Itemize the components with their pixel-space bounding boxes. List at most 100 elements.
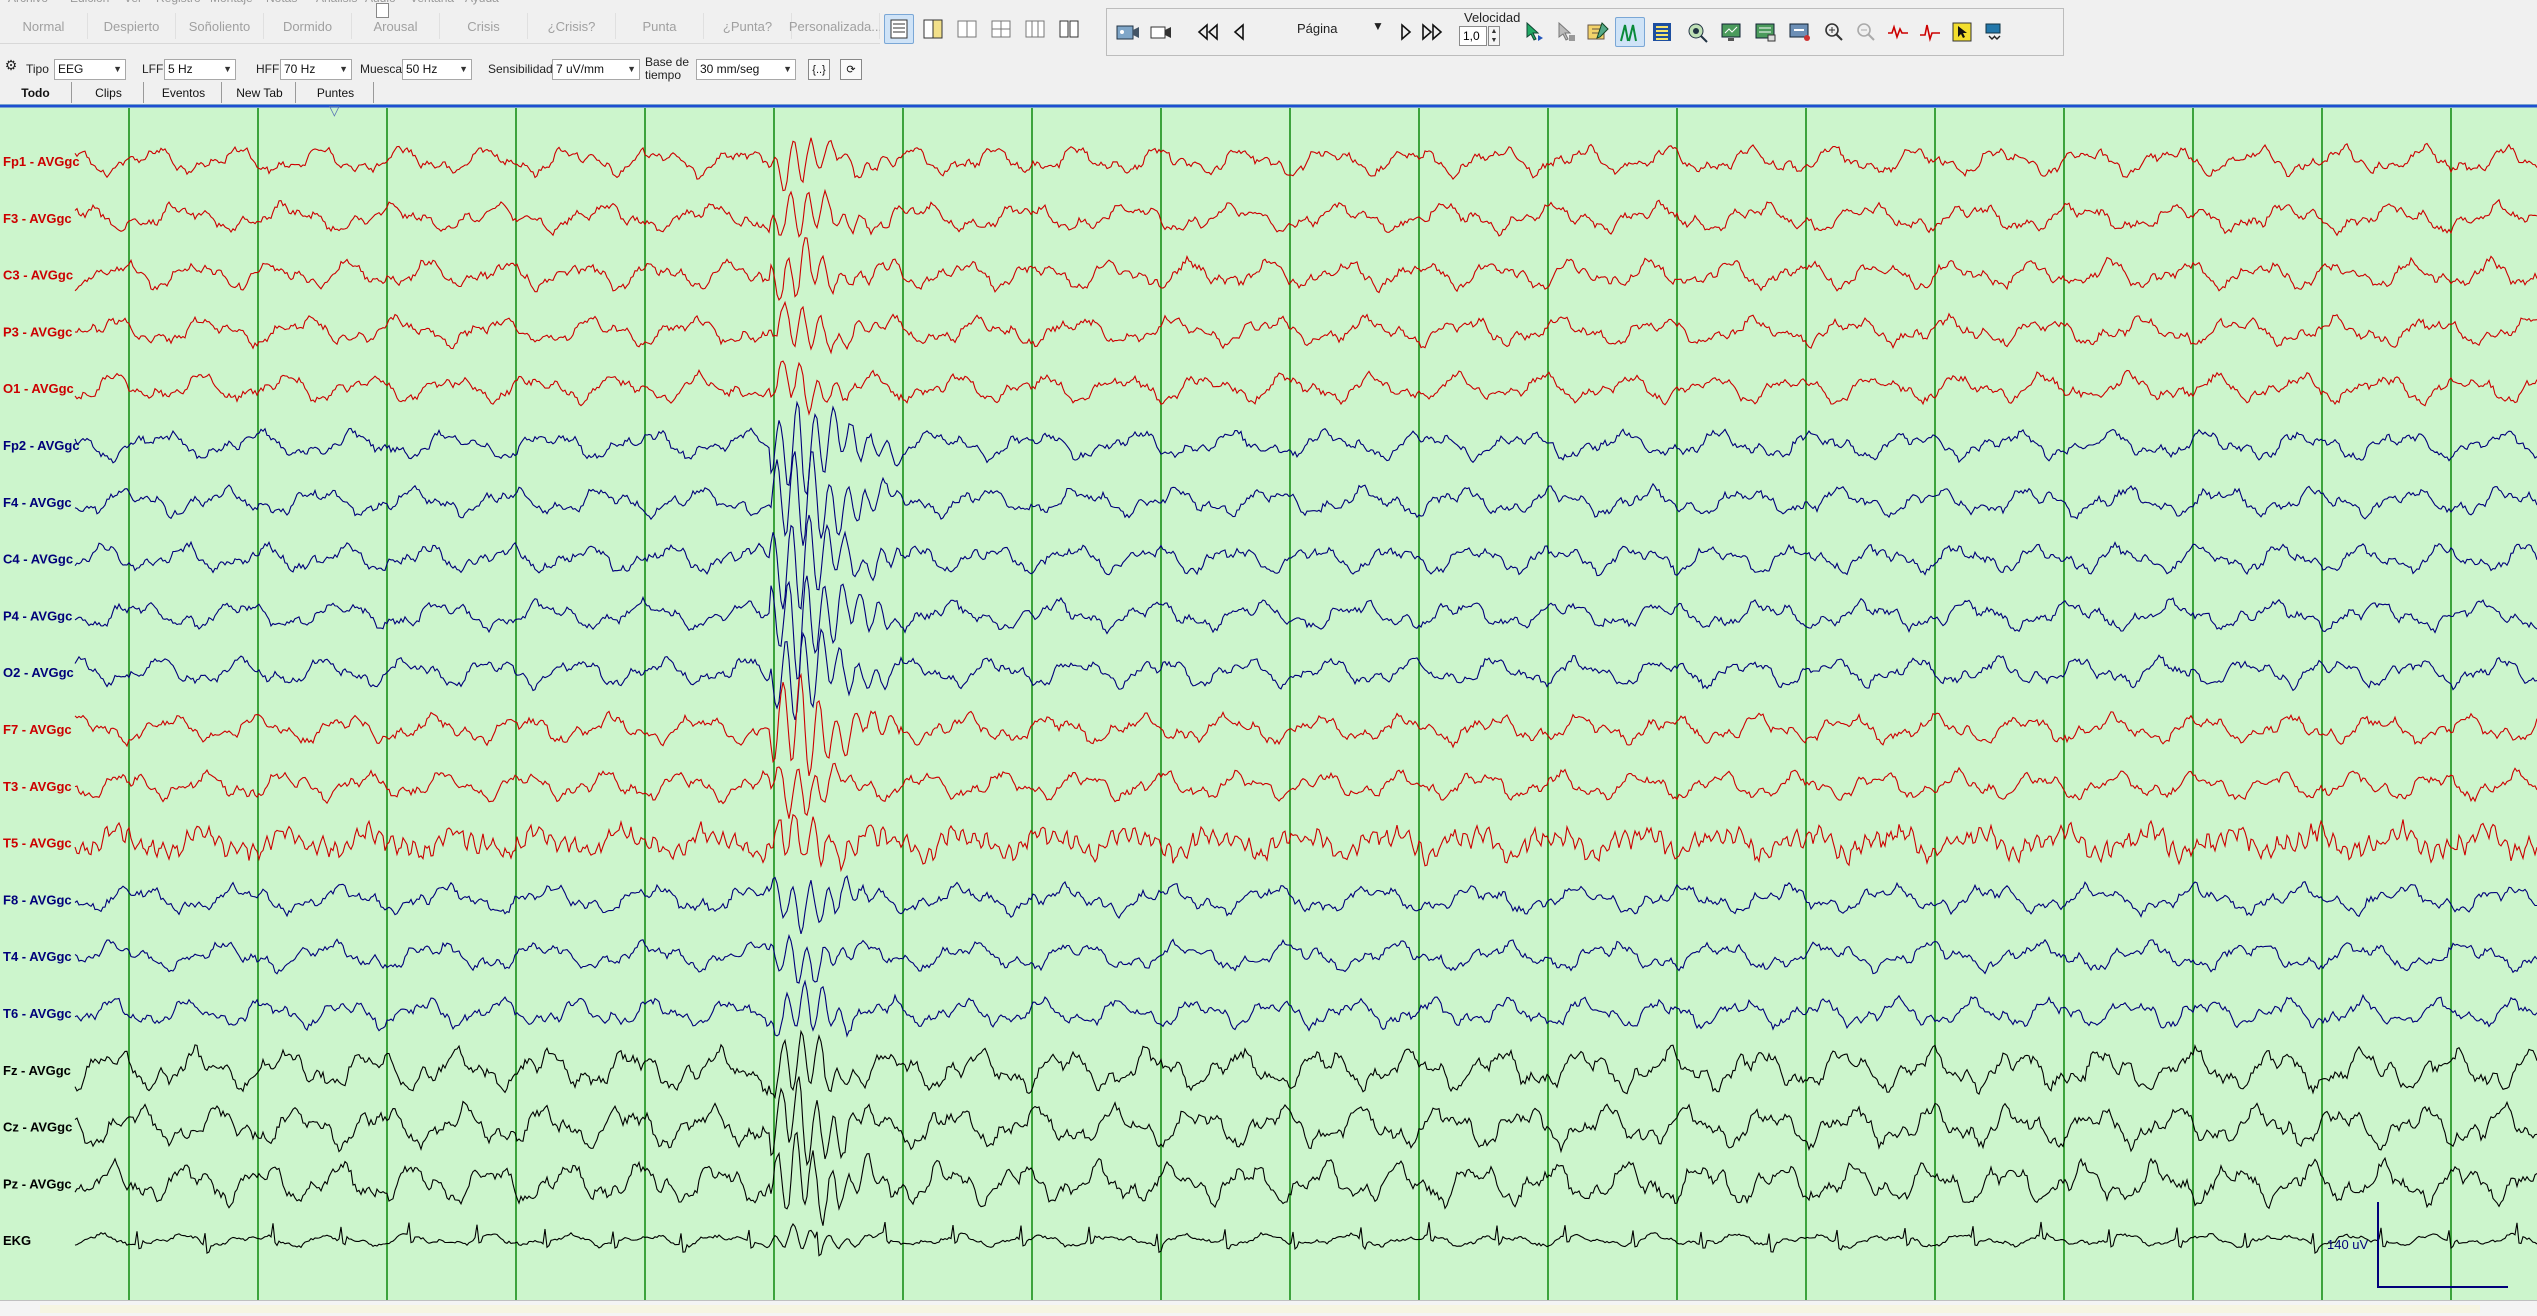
waveform-red-icon[interactable]	[1883, 17, 1913, 47]
last-page-icon[interactable]	[1417, 17, 1447, 47]
channel-label[interactable]: O1 - AVGgc	[3, 381, 74, 396]
more-tools-icon[interactable]	[1979, 17, 2009, 47]
tab-bar: Todo Clips Eventos New Tab Puntes	[0, 82, 2537, 104]
lff-label: LFF	[142, 62, 164, 76]
marker-pointer-icon[interactable]	[1947, 17, 1977, 47]
notch-select[interactable]: 50 Hz ▼	[402, 59, 472, 80]
tab[interactable]: Puntes	[298, 82, 374, 103]
menu-item[interactable]: Montaje	[210, 0, 253, 5]
layout-split-vertical-icon[interactable]	[1020, 14, 1050, 44]
channel-label[interactable]: P4 - AVGgc	[3, 608, 72, 623]
export-icon[interactable]	[1785, 17, 1815, 47]
speed-label: Velocidad	[1464, 10, 1521, 25]
type-select[interactable]: EEG ▼	[54, 59, 126, 80]
next-page-icon[interactable]	[1390, 17, 1420, 47]
event-button[interactable]: ¿Punta?	[704, 13, 792, 39]
chevron-down-icon: ▼	[339, 64, 348, 74]
menu-item[interactable]: Análisis	[316, 0, 357, 5]
cursor-stop-icon[interactable]	[1551, 17, 1581, 47]
spike-detection-icon[interactable]	[1615, 17, 1645, 47]
layout-single-page-icon[interactable]	[884, 14, 914, 44]
channel-label[interactable]: T6 - AVGgc	[3, 1006, 72, 1021]
sensitivity-label: Sensibilidad	[488, 62, 553, 76]
event-button[interactable]: Normal	[0, 13, 88, 39]
channel-label[interactable]: F4 - AVGgc	[3, 495, 72, 510]
monitor-view-icon[interactable]	[1717, 17, 1747, 47]
channel-label[interactable]: T3 - AVGgc	[3, 779, 72, 794]
channel-label[interactable]: Pz - AVGgc	[3, 1176, 72, 1191]
channel-label[interactable]: T4 - AVGgc	[3, 949, 72, 964]
event-button[interactable]: Personalizada...	[789, 13, 882, 39]
patient-search-icon[interactable]	[1683, 17, 1713, 47]
first-page-icon[interactable]	[1193, 17, 1223, 47]
lff-select[interactable]: 5 Hz ▼	[164, 59, 236, 80]
zoom-out-icon[interactable]	[1851, 17, 1881, 47]
layout-split-quad-icon[interactable]	[986, 14, 1016, 44]
zoom-in-icon[interactable]	[1819, 17, 1849, 47]
horizontal-scrollbar[interactable]	[0, 1300, 2537, 1316]
hff-select[interactable]: 70 Hz ▼	[280, 59, 352, 80]
channel-label[interactable]: Fp1 - AVGgc	[3, 154, 80, 169]
camera-settings-icon[interactable]	[1147, 17, 1177, 47]
new-tab-button[interactable]	[376, 3, 389, 18]
menu-item[interactable]: Edición	[70, 0, 109, 5]
sensitivity-select[interactable]: 7 uV/mm ▼	[552, 59, 640, 80]
menu-item[interactable]: Archivo	[8, 0, 48, 5]
event-button[interactable]: ¿Crisis?	[528, 13, 616, 39]
layout-two-page-icon[interactable]	[918, 14, 948, 44]
cursor-play-icon[interactable]	[1519, 17, 1549, 47]
menu-item[interactable]: Registro	[156, 0, 201, 5]
previous-page-icon[interactable]	[1225, 17, 1255, 47]
filter-settings-bar: ⚙ Tipo EEG ▼ LFF 5 Hz ▼ HFF 70 Hz ▼ Muesca …	[0, 56, 880, 82]
channel-label[interactable]: C3 - AVGgc	[3, 268, 73, 283]
channel-label[interactable]: P3 - AVGgc	[3, 324, 72, 339]
menu-item[interactable]: Ventana	[410, 0, 454, 5]
tab[interactable]: Clips	[74, 82, 144, 103]
layout-toolbar	[880, 8, 1106, 56]
event-button[interactable]: Punta	[616, 13, 704, 39]
channel-label[interactable]: Fz - AVGgc	[3, 1063, 71, 1078]
layout-book-icon[interactable]	[1054, 14, 1084, 44]
channel-label[interactable]: C4 - AVGgc	[3, 552, 73, 567]
notes-edit-icon[interactable]	[1583, 17, 1613, 47]
eeg-trace-panel[interactable]: Fp1 - AVGgc F3 - AVGgc C3 - AVGgc P3 - AVGg…	[0, 104, 2537, 1300]
event-button[interactable]: Dormido	[264, 13, 352, 39]
tab[interactable]: New Tab	[224, 82, 296, 103]
timebase-select[interactable]: 30 mm/seg ▼	[696, 59, 796, 80]
navigation-toolbar: Página ▼ Velocidad ▲▼	[1106, 8, 2064, 56]
channel-label[interactable]: F8 - AVGgc	[3, 892, 72, 907]
channel-label[interactable]: Cz - AVGgc	[3, 1120, 72, 1135]
settings-gear-icon[interactable]: ⚙	[0, 54, 22, 76]
channel-label[interactable]: F3 - AVGgc	[3, 211, 72, 226]
menu-item[interactable]: Ver	[124, 0, 142, 5]
chevron-down-icon: ▼	[113, 64, 122, 74]
channel-label[interactable]: O2 - AVGgc	[3, 665, 74, 680]
event-button[interactable]: Despierto	[88, 13, 176, 39]
event-button[interactable]: Crisis	[440, 13, 528, 39]
trace-background	[0, 104, 2537, 1300]
refresh-button[interactable]: ⟳	[840, 59, 862, 80]
channel-label[interactable]: EKG	[3, 1233, 31, 1248]
chevron-down-icon: ▼	[223, 64, 232, 74]
scroll-track[interactable]	[40, 1305, 2480, 1313]
channel-label[interactable]: F7 - AVGgc	[3, 722, 72, 737]
event-button[interactable]: Arousal	[352, 13, 440, 39]
page-dropdown-arrow-icon[interactable]: ▼	[1372, 19, 1384, 33]
montage-table-icon[interactable]	[1647, 17, 1677, 47]
channel-label[interactable]: T5 - AVGgc	[3, 836, 72, 851]
menu-item[interactable]: Notas	[266, 0, 297, 5]
channel-label[interactable]: Fp2 - AVGgc	[3, 438, 80, 453]
time-marker-icon[interactable]: ▽	[329, 103, 340, 117]
bracket-button[interactable]: {..}	[808, 59, 830, 80]
waveform-spike-icon[interactable]	[1915, 17, 1945, 47]
layout-split-horizontal-icon[interactable]	[952, 14, 982, 44]
tab[interactable]: Todo	[0, 82, 72, 103]
tab[interactable]: Eventos	[146, 82, 222, 103]
video-camera-icon[interactable]	[1113, 17, 1143, 47]
speed-input[interactable]	[1459, 26, 1487, 46]
eeg-viewer-window: Archivo Edición Ver Registro Montaje Notas Aná…	[0, 0, 2537, 1316]
report-icon[interactable]	[1751, 17, 1781, 47]
event-button[interactable]: Soñoliento	[176, 13, 264, 39]
menu-item[interactable]: Ayuda	[465, 0, 499, 5]
speed-spinner[interactable]: ▲ ▼	[1488, 26, 1500, 46]
